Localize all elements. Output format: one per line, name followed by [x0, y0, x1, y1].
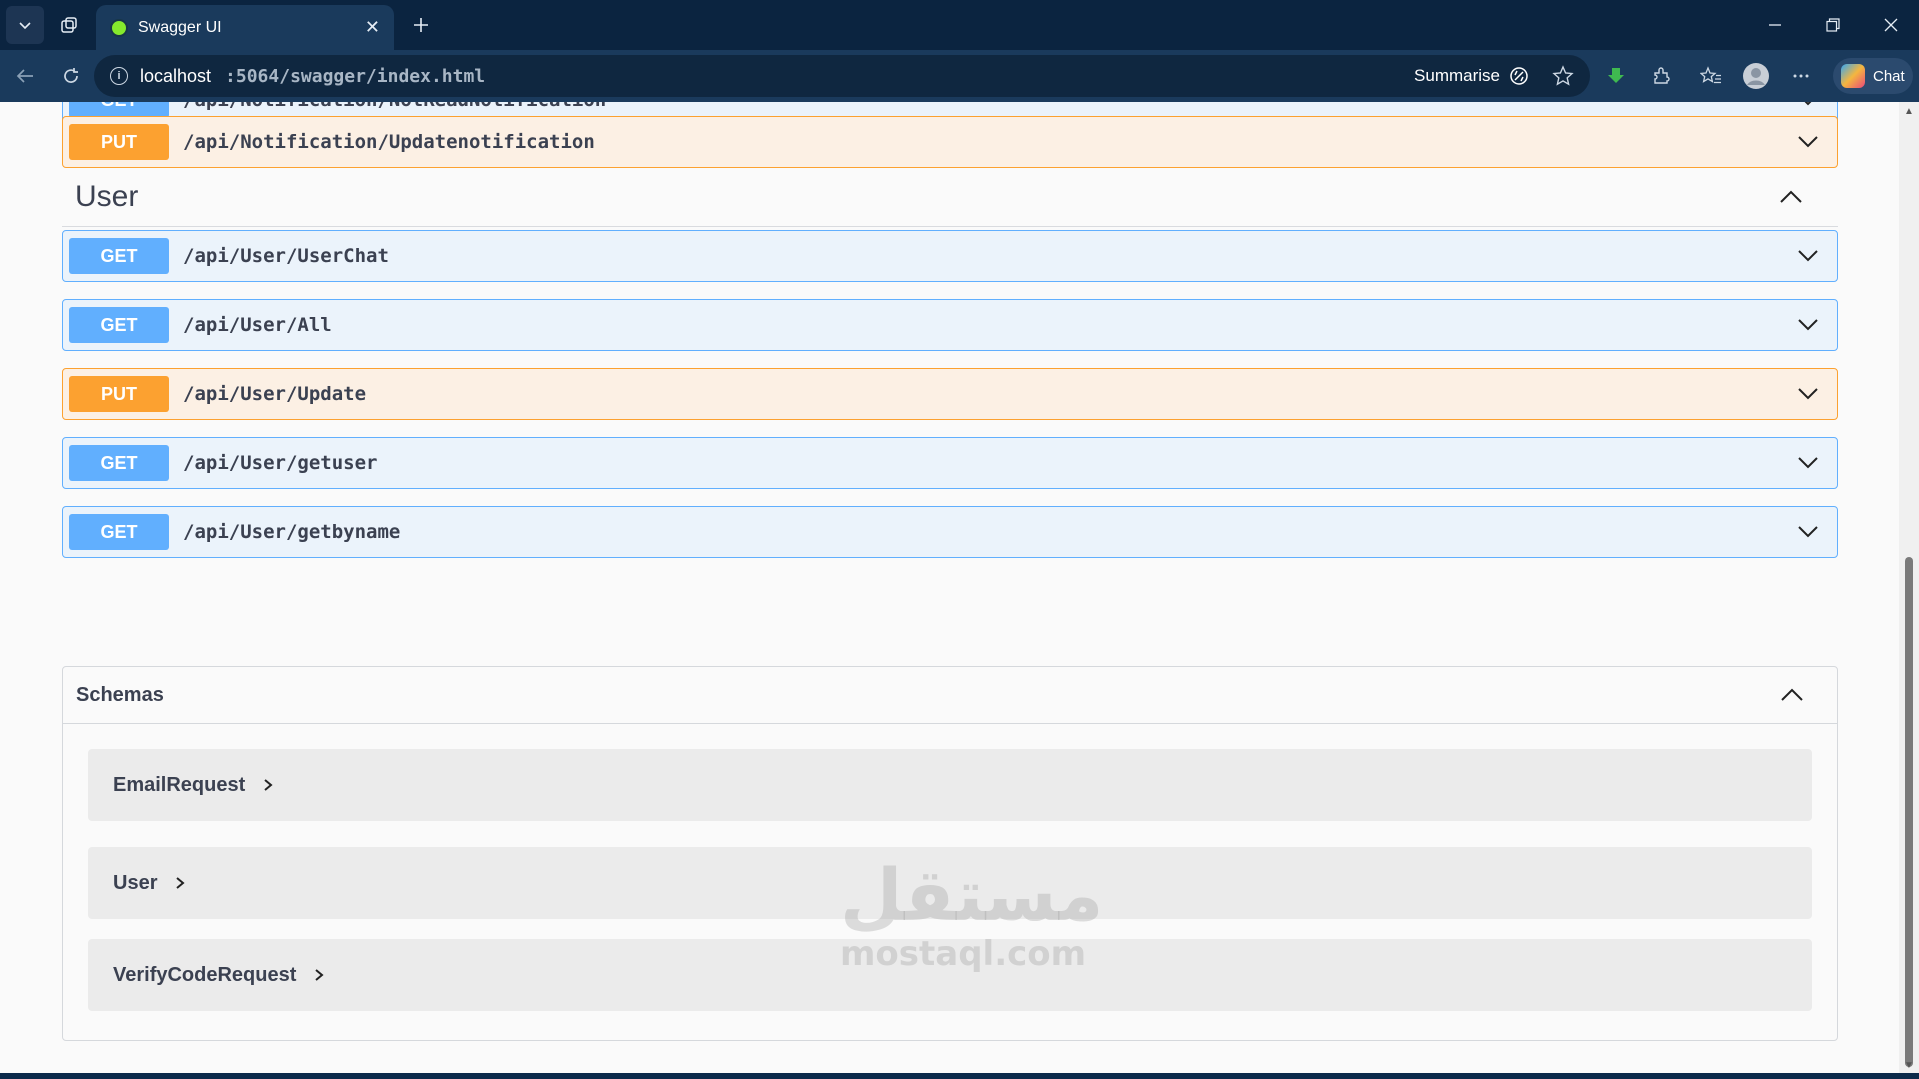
chevron-right-icon[interactable] [314, 967, 328, 983]
model-name: EmailRequest [113, 773, 246, 796]
minimize-button[interactable] [1747, 6, 1803, 44]
chevron-down-icon [19, 22, 31, 30]
summarise-button[interactable]: Summarise [1414, 66, 1500, 86]
favorites-list-icon [1700, 66, 1721, 84]
window-bottom-border [0, 1073, 1919, 1079]
refresh-icon [64, 68, 78, 83]
site-info-icon[interactable]: i [110, 67, 128, 85]
extensions-button[interactable] [1645, 60, 1677, 92]
url-host: localhost [140, 65, 212, 86]
tag-title: User [75, 179, 139, 213]
schemas-header[interactable]: Schemas [63, 667, 1837, 724]
new-tab-button[interactable] [402, 6, 440, 44]
browser-title-bar: Swagger UI ✕ [0, 0, 1919, 50]
opblock-get-all[interactable]: GET /api/User/All [62, 299, 1838, 351]
chevron-down-icon[interactable] [1793, 517, 1823, 547]
minimize-icon [1769, 24, 1781, 26]
chevron-right-icon[interactable] [175, 875, 189, 891]
scroll-up-arrow-icon[interactable]: ▲ [1903, 106, 1915, 118]
tag-section-user[interactable]: User [62, 167, 1838, 227]
method-badge: GET [69, 307, 169, 343]
arrow-left-icon [16, 69, 33, 83]
download-icon [1608, 68, 1624, 83]
tab-title: Swagger UI [138, 18, 222, 36]
chevron-down-icon[interactable] [1793, 241, 1823, 271]
avatar-icon [1743, 63, 1769, 89]
scrollbar-thumb[interactable] [1905, 557, 1913, 1067]
tab-close-icon[interactable]: ✕ [365, 17, 380, 38]
more-horizontal-icon [1793, 74, 1809, 78]
chevron-down-icon[interactable] [1793, 310, 1823, 340]
summarise-icon[interactable] [1508, 65, 1530, 87]
method-badge: PUT [69, 124, 169, 160]
opblock-get-getuser[interactable]: GET /api/User/getuser [62, 437, 1838, 489]
operation-path: /api/User/getbyname [183, 521, 401, 543]
close-icon [1884, 18, 1898, 32]
vertical-scrollbar[interactable]: ▲ ▼ [1899, 102, 1919, 1079]
plus-icon [414, 18, 428, 32]
tab-actions-button[interactable] [6, 6, 44, 44]
operation-path: /api/User/Update [183, 383, 367, 405]
operation-path: /api/Notification/NotReadNotification [183, 102, 1793, 111]
settings-menu-button[interactable] [1785, 60, 1817, 92]
chevron-down-icon[interactable] [1793, 127, 1823, 157]
method-badge: GET [69, 445, 169, 481]
restore-icon [1826, 18, 1840, 32]
chat-label: Chat [1873, 67, 1905, 85]
model-name: VerifyCodeRequest [113, 963, 297, 986]
copilot-icon [1841, 64, 1865, 88]
url-path: :5064/swagger/index.html [225, 65, 486, 87]
model-verifycoderequest[interactable]: VerifyCodeRequest [88, 939, 1812, 1011]
close-window-button[interactable] [1863, 6, 1919, 44]
schemas-title: Schemas [76, 683, 164, 706]
opblock-get-userchat[interactable]: GET /api/User/UserChat [62, 230, 1838, 282]
chevron-up-icon[interactable] [1775, 680, 1809, 710]
scroll-down-arrow-icon[interactable]: ▼ [1903, 1060, 1915, 1072]
method-badge: GET [69, 238, 169, 274]
operation-path: /api/User/getuser [183, 452, 378, 474]
chevron-down-icon[interactable] [1793, 448, 1823, 478]
download-button[interactable] [1600, 60, 1632, 92]
swagger-favicon-icon [110, 18, 128, 37]
address-bar[interactable]: i localhost :5064/swagger/index.html Sum… [94, 55, 1590, 97]
active-tab[interactable]: Swagger UI ✕ [96, 5, 394, 50]
profile-button[interactable] [1740, 60, 1772, 92]
model-name: User [113, 871, 158, 894]
favorite-star-icon[interactable] [1552, 65, 1574, 87]
chevron-up-icon[interactable] [1774, 182, 1808, 212]
method-badge: GET [69, 514, 169, 550]
chevron-down-icon[interactable] [1793, 379, 1823, 409]
opblock-put-updatenotification[interactable]: PUT /api/Notification/Updatenotification [62, 116, 1838, 168]
model-emailrequest[interactable]: EmailRequest [88, 749, 1812, 821]
browser-toolbar: i localhost :5064/swagger/index.html Sum… [0, 50, 1919, 102]
operation-path: /api/User/All [183, 314, 332, 336]
copilot-chat-button[interactable]: Chat [1833, 58, 1913, 94]
operation-path: /api/User/UserChat [183, 245, 389, 267]
restore-button[interactable] [1805, 6, 1861, 44]
operation-path: /api/Notification/Updatenotification [183, 131, 595, 153]
chevron-down-icon[interactable] [1793, 102, 1823, 115]
extensions-icon [1654, 67, 1670, 84]
opblock-get-getbyname[interactable]: GET /api/User/getbyname [62, 506, 1838, 558]
favorites-button[interactable] [1695, 60, 1727, 92]
tabs-icon [61, 17, 77, 33]
back-button[interactable] [9, 60, 41, 92]
refresh-button[interactable] [55, 60, 87, 92]
workspaces-button[interactable] [50, 6, 88, 44]
opblock-put-update[interactable]: PUT /api/User/Update [62, 368, 1838, 420]
chevron-right-icon[interactable] [263, 777, 277, 793]
schemas-section: Schemas EmailRequest User VerifyCodeRequ… [62, 666, 1838, 1041]
method-badge: PUT [69, 376, 169, 412]
model-user[interactable]: User [88, 847, 1812, 919]
page-viewport: GET /api/Notification/NotReadNotificatio… [0, 102, 1899, 1079]
